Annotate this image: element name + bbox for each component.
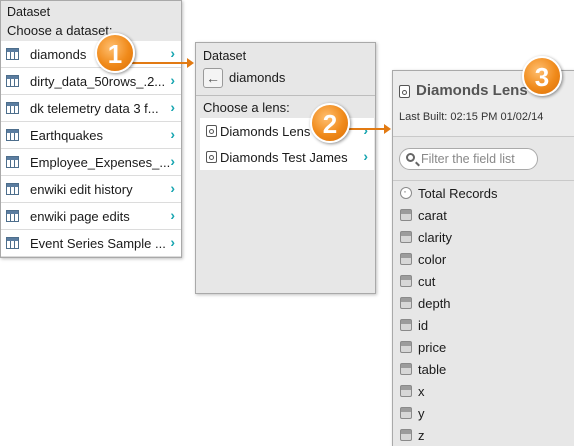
chevron-right-icon: › <box>363 122 368 138</box>
field-item-carat[interactable]: carat <box>393 204 574 226</box>
table-icon <box>6 210 19 222</box>
field-folder-icon <box>400 407 412 419</box>
field-label: table <box>418 362 447 377</box>
field-search-input[interactable] <box>421 150 531 168</box>
dataset-item-label: dirty_data_50rows_.2... <box>30 74 166 89</box>
field-folder-icon <box>400 341 412 353</box>
field-label: price <box>418 340 447 355</box>
field-list: Total Records carat clarity color cut de… <box>393 182 574 446</box>
last-built-label: Last Built: 02:15 PM 01/02/14 <box>399 111 544 123</box>
dataset-item-event-series[interactable]: Event Series Sample ... › <box>1 230 181 257</box>
lens-title: Diamonds Lens <box>416 82 528 99</box>
field-item-price[interactable]: price <box>393 336 574 358</box>
dataset-item-enwiki-edit-history[interactable]: enwiki edit history › <box>1 176 181 203</box>
field-item-clarity[interactable]: clarity <box>393 226 574 248</box>
table-icon <box>6 129 19 141</box>
table-icon <box>6 102 19 114</box>
field-item-table[interactable]: table <box>393 358 574 380</box>
lens-panel-title: Dataset <box>203 49 247 63</box>
chevron-right-icon: › <box>170 234 175 250</box>
step-3-badge: 3 <box>522 56 562 96</box>
dataset-item-dirty-data[interactable]: dirty_data_50rows_.2... › <box>1 68 181 95</box>
step-2-badge: 2 <box>310 103 350 143</box>
lens-icon <box>206 151 217 163</box>
dataset-panel: Dataset Choose a dataset: diamonds › dirt… <box>0 0 182 258</box>
field-folder-icon <box>400 231 412 243</box>
selected-dataset-name: diamonds <box>229 70 286 85</box>
field-folder-icon <box>400 319 412 331</box>
chevron-right-icon: › <box>363 148 368 164</box>
dataset-item-label: Employee_Expenses_... <box>30 155 171 170</box>
step-1-badge: 1 <box>95 33 135 73</box>
lens-panel: Dataset ← diamonds Choose a lens: Diamon… <box>195 42 376 294</box>
lens-icon <box>399 85 410 98</box>
field-label: x <box>418 384 425 399</box>
field-label: z <box>418 428 425 443</box>
lens-item-diamonds-test-james[interactable]: Diamonds Test James › <box>200 144 374 170</box>
field-label: carat <box>418 208 447 223</box>
lens-item-label: Diamonds Lens <box>220 124 311 139</box>
lens-item-label: Diamonds Test James <box>220 150 348 165</box>
dataset-list: diamonds › dirty_data_50rows_.2... › dk te… <box>1 41 181 257</box>
field-folder-icon <box>400 253 412 265</box>
field-folder-icon <box>400 297 412 309</box>
chevron-right-icon: › <box>170 72 175 88</box>
arrow-left-icon: ← <box>206 70 220 86</box>
field-folder-icon <box>400 429 412 441</box>
table-icon <box>6 237 19 249</box>
field-item-color[interactable]: color <box>393 248 574 270</box>
field-folder-icon <box>400 363 412 375</box>
field-label: clarity <box>418 230 452 245</box>
choose-dataset-label: Choose a dataset: <box>7 23 113 38</box>
field-item-total-records[interactable]: Total Records <box>393 182 574 204</box>
step-1-arrow <box>130 58 194 68</box>
chevron-right-icon: › <box>170 153 175 169</box>
chevron-right-icon: › <box>170 99 175 115</box>
field-search[interactable] <box>399 148 538 170</box>
field-folder-icon <box>400 209 412 221</box>
dataset-item-label: Event Series Sample ... <box>30 236 166 251</box>
choose-lens-label: Choose a lens: <box>203 100 290 115</box>
total-records-icon <box>400 184 412 199</box>
field-label: y <box>418 406 425 421</box>
table-icon <box>6 156 19 168</box>
divider <box>393 180 574 181</box>
dataset-item-dk-telemetry[interactable]: dk telemetry data 3 f... › <box>1 95 181 122</box>
chevron-right-icon: › <box>170 180 175 196</box>
search-icon <box>406 153 415 162</box>
field-item-z[interactable]: z <box>393 424 574 446</box>
back-button[interactable]: ← <box>203 68 223 88</box>
table-icon <box>6 75 19 87</box>
dataset-item-label: enwiki page edits <box>30 209 130 224</box>
dataset-item-label: dk telemetry data 3 f... <box>30 101 159 116</box>
field-label: cut <box>418 274 436 289</box>
chevron-right-icon: › <box>170 45 175 61</box>
divider <box>196 95 375 96</box>
field-label: id <box>418 318 429 333</box>
dataset-item-label: Earthquakes <box>30 128 103 143</box>
chevron-right-icon: › <box>170 126 175 142</box>
dataset-item-employee-expenses[interactable]: Employee_Expenses_... › <box>1 149 181 176</box>
chevron-right-icon: › <box>170 207 175 223</box>
lens-icon <box>206 125 217 137</box>
field-folder-icon <box>400 275 412 287</box>
field-item-depth[interactable]: depth <box>393 292 574 314</box>
field-folder-icon <box>400 385 412 397</box>
dataset-item-label: enwiki edit history <box>30 182 133 197</box>
field-item-y[interactable]: y <box>393 402 574 424</box>
field-label: depth <box>418 296 451 311</box>
field-item-id[interactable]: id <box>393 314 574 336</box>
field-label: Total Records <box>418 186 498 201</box>
field-item-x[interactable]: x <box>393 380 574 402</box>
table-icon <box>6 48 19 60</box>
dataset-item-enwiki-page-edits[interactable]: enwiki page edits › <box>1 203 181 230</box>
table-icon <box>6 183 19 195</box>
field-panel: Diamonds Lens Last Built: 02:15 PM 01/02… <box>392 70 574 446</box>
dataset-panel-title: Dataset <box>7 5 51 19</box>
field-label: color <box>418 252 447 267</box>
dataset-item-label: diamonds <box>30 47 87 62</box>
field-item-cut[interactable]: cut <box>393 270 574 292</box>
dataset-item-earthquakes[interactable]: Earthquakes › <box>1 122 181 149</box>
